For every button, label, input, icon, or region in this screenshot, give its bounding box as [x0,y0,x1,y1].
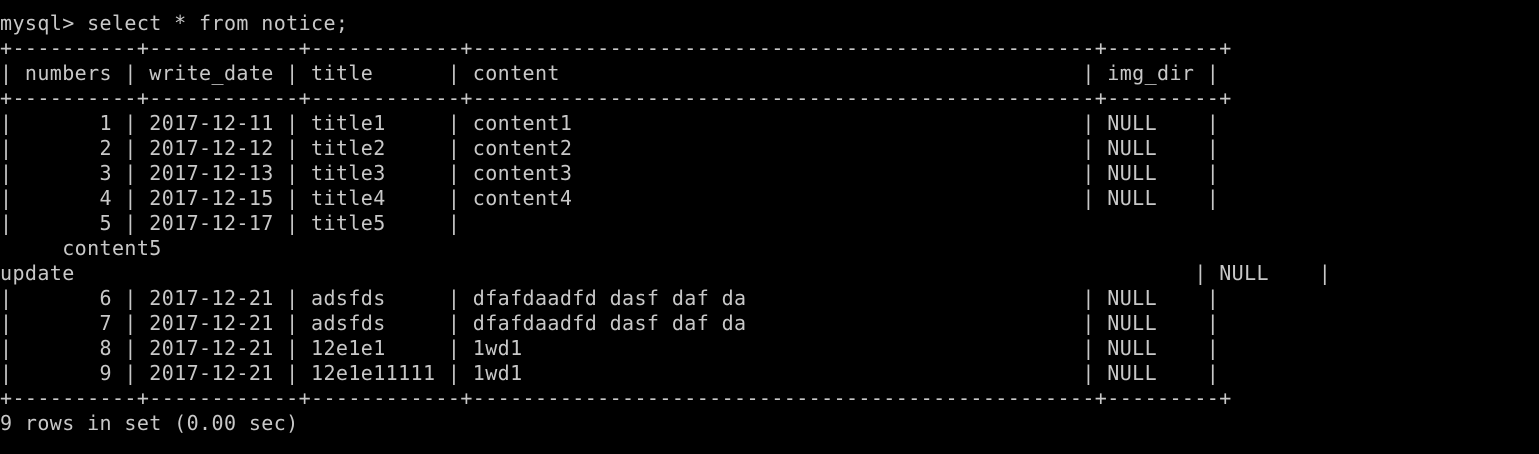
table-border-bottom: +----------+------------+------------+--… [0,386,1232,410]
table-row: | 3 | 2017-12-13 | title3 | content3 | N… [0,161,1220,185]
prompt-line: mysql> select * from notice; [0,11,349,35]
table-row: | 5 | 2017-12-17 | title5 | [0,211,461,235]
table-row: | 9 | 2017-12-21 | 12e1e11111 | 1wd1 | N… [0,361,1220,385]
table-row-wrapped: update | NULL | [0,261,1332,285]
table-border-header: +----------+------------+------------+--… [0,86,1232,110]
table-row: | 4 | 2017-12-15 | title4 | content4 | N… [0,186,1220,210]
table-row: | 6 | 2017-12-21 | adsfds | dfafdaadfd d… [0,286,1220,310]
table-border-top: +----------+------------+------------+--… [0,36,1232,60]
table-row: | 8 | 2017-12-21 | 12e1e1 | 1wd1 | NULL … [0,336,1220,360]
table-row: | 7 | 2017-12-21 | adsfds | dfafdaadfd d… [0,311,1220,335]
table-header-row: | numbers | write_date | title | content… [0,61,1220,85]
result-summary: 9 rows in set (0.00 sec) [0,411,299,435]
terminal-window[interactable]: mysql> select * from notice; +----------… [0,0,1539,454]
table-row-wrapped: content5 [0,236,162,260]
table-row: | 1 | 2017-12-11 | title1 | content1 | N… [0,111,1220,135]
table-row: | 2 | 2017-12-12 | title2 | content2 | N… [0,136,1220,160]
